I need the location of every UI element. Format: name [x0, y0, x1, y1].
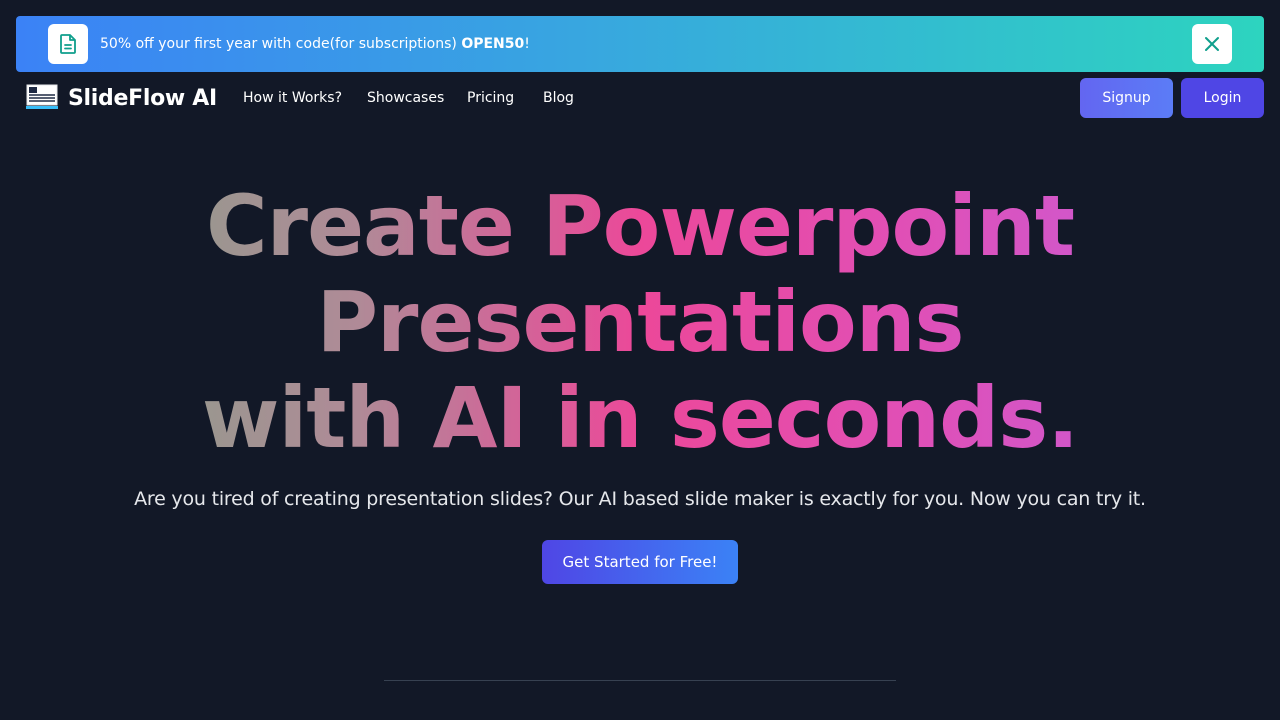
top-nav: SlideFlow AI How it Works? Showcases Pri…	[0, 78, 1280, 118]
banner-message: 50% off your first year with code(for su…	[100, 16, 530, 72]
close-banner-button[interactable]	[1192, 24, 1232, 64]
login-button[interactable]: Login	[1181, 78, 1264, 118]
document-icon	[48, 24, 88, 64]
hero-heading-line-1: Create Powerpoint	[0, 178, 1280, 274]
brand-name[interactable]: SlideFlow AI	[68, 78, 217, 120]
nav-link-how-it-works[interactable]: How it Works?	[243, 78, 342, 118]
promo-banner: 50% off your first year with code(for su…	[16, 16, 1264, 72]
promo-code: OPEN50	[461, 36, 525, 52]
nav-link-blog[interactable]: Blog	[543, 78, 574, 118]
banner-text: 50% off your first year with code(for su…	[100, 36, 462, 52]
logo-icon[interactable]	[26, 84, 58, 110]
banner-text-suffix: !	[524, 36, 530, 52]
hero-subtitle: Are you tired of creating presentation s…	[134, 488, 1146, 510]
hero-heading: Create Powerpoint Presentations with AI …	[0, 178, 1280, 466]
close-icon	[1205, 37, 1219, 51]
hero-heading-line-2: Presentations	[0, 274, 1280, 370]
signup-button[interactable]: Signup	[1080, 78, 1173, 118]
hero-heading-line-3: with AI in seconds.	[0, 370, 1280, 466]
nav-link-showcases[interactable]: Showcases	[367, 78, 444, 118]
section-divider	[384, 680, 896, 681]
get-started-button[interactable]: Get Started for Free!	[542, 540, 738, 584]
nav-link-pricing[interactable]: Pricing	[467, 78, 514, 118]
